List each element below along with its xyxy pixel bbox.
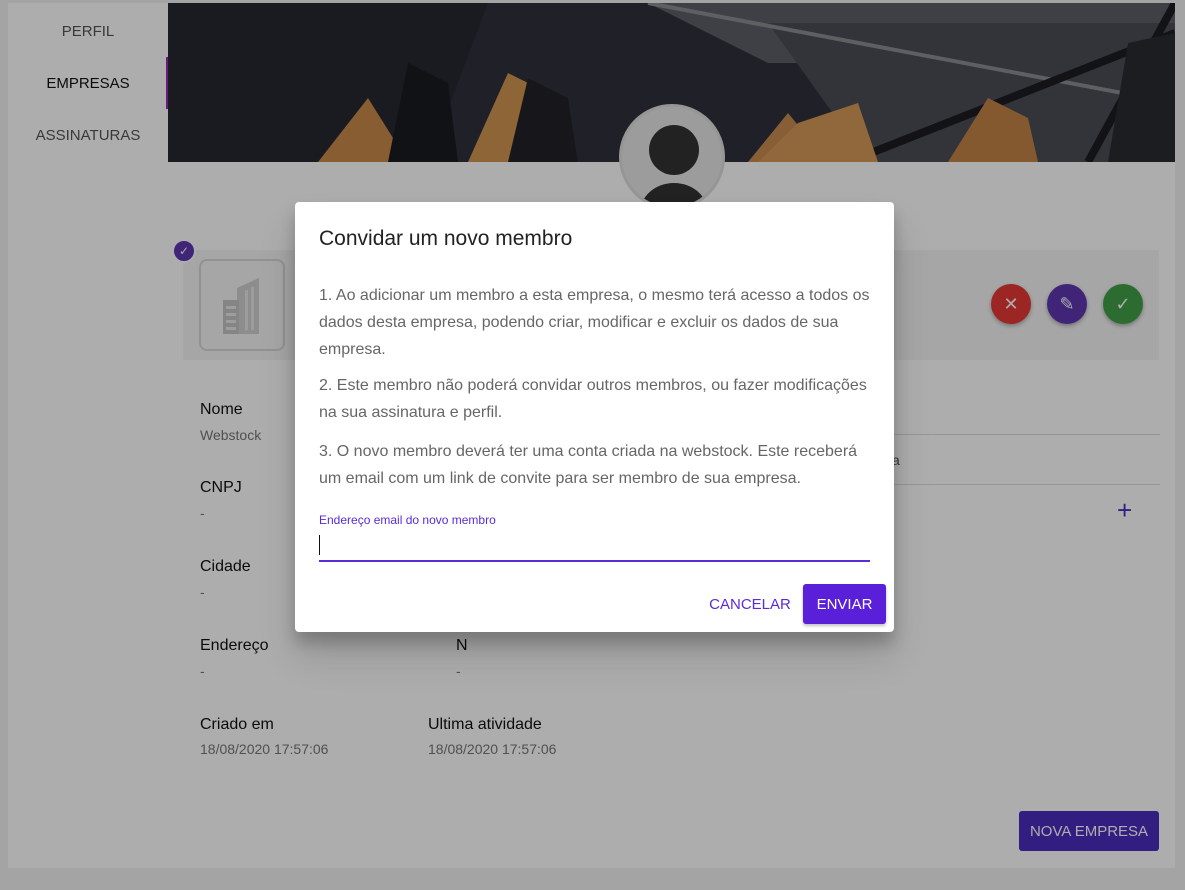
text-caret xyxy=(319,535,320,555)
send-button[interactable]: ENVIAR xyxy=(803,584,886,624)
cancel-button[interactable]: CANCELAR xyxy=(705,584,795,624)
invite-member-dialog: Convidar um novo membro 1. Ao adicionar … xyxy=(295,202,894,632)
dialog-paragraph-1: 1. Ao adicionar um membro a esta empresa… xyxy=(319,287,870,358)
dialog-title: Convidar um novo membro xyxy=(319,227,573,250)
email-field-label: Endereço email do novo membro xyxy=(319,513,496,527)
dialog-paragraph-3: 3. O novo membro deverá ter uma conta cr… xyxy=(319,443,858,487)
dialog-paragraph-2: 2. Este membro não poderá convidar outro… xyxy=(319,377,867,421)
email-field[interactable] xyxy=(319,532,870,562)
